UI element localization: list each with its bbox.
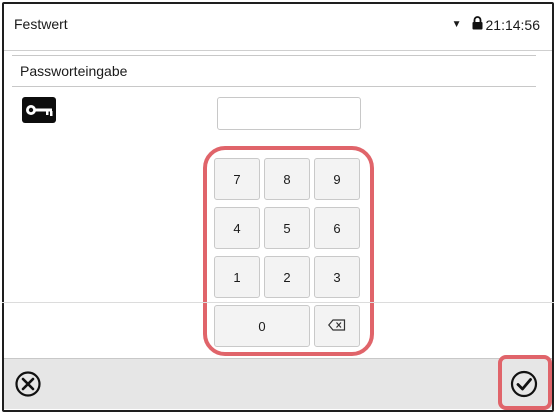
cancel-circle-x-icon [13, 371, 43, 403]
key-6[interactable]: 6 [314, 207, 360, 249]
confirm-button[interactable] [509, 369, 539, 399]
dialog-bottom-separator [2, 302, 554, 303]
dialog-title: Passworteingabe [20, 63, 128, 79]
backspace-key[interactable] [314, 305, 360, 347]
key-icon [22, 97, 56, 123]
cancel-button[interactable] [13, 369, 43, 399]
lock-icon [472, 16, 483, 33]
key-1[interactable]: 1 [214, 256, 260, 298]
check-circle-icon [509, 370, 539, 403]
key-9[interactable]: 9 [314, 158, 360, 200]
title-bar: Festwert ▼ 21:14:56 [4, 4, 552, 51]
bottom-action-bar [4, 358, 552, 409]
key-3[interactable]: 3 [314, 256, 360, 298]
screen-title: Festwert [14, 16, 68, 32]
key-5[interactable]: 5 [264, 207, 310, 249]
status-area: ▼ 21:14:56 [452, 16, 540, 33]
key-2[interactable]: 2 [264, 256, 310, 298]
clock-time: 21:14:56 [485, 16, 541, 33]
key-7[interactable]: 7 [214, 158, 260, 200]
password-input[interactable] [217, 97, 361, 130]
dialog-header: Passworteingabe [12, 55, 536, 87]
key-8[interactable]: 8 [264, 158, 310, 200]
backspace-icon [328, 318, 346, 334]
triangle-down-icon[interactable]: ▼ [452, 19, 462, 30]
key-4[interactable]: 4 [214, 207, 260, 249]
key-0[interactable]: 0 [214, 305, 310, 347]
